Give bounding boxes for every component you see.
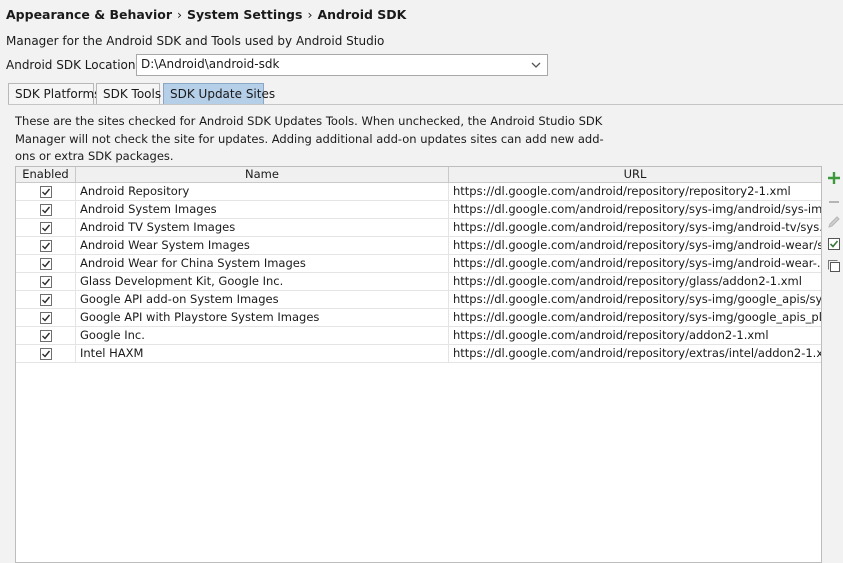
site-url-cell: https://dl.google.com/android/repository… (453, 184, 791, 198)
tab-sdk-platforms[interactable]: SDK Platforms (8, 83, 100, 105)
enabled-checkbox[interactable] (39, 203, 52, 216)
breadcrumb-separator: › (307, 7, 313, 22)
site-name-cell: Android Repository (76, 183, 449, 200)
tab-label: SDK Tools (103, 87, 162, 101)
site-name-cell: Google API add-on System Images (76, 291, 449, 308)
enabled-checkbox[interactable] (39, 275, 52, 288)
select-all-icon[interactable] (826, 236, 842, 252)
enabled-cell (16, 201, 76, 218)
enabled-cell (16, 345, 76, 362)
checkmark-icon (41, 224, 50, 232)
breadcrumb-item-android-sdk: Android SDK (317, 7, 407, 22)
update-sites-info: These are the sites checked for Android … (15, 114, 604, 163)
enabled-cell (16, 237, 76, 254)
site-name-cell: Android Wear for China System Images (76, 255, 449, 272)
table-row[interactable]: Android Repository https://dl.google.com/… (16, 183, 821, 201)
checkmark-icon (41, 296, 50, 304)
edit-icon[interactable] (826, 214, 842, 230)
enabled-cell (16, 183, 76, 200)
checkmark-icon (41, 350, 50, 358)
add-icon[interactable] (826, 170, 842, 186)
breadcrumb-item-system-settings: System Settings (187, 7, 303, 22)
enabled-checkbox[interactable] (39, 185, 52, 198)
tab-sdk-tools[interactable]: SDK Tools (96, 83, 162, 105)
tab-sdk-update-sites[interactable]: SDK Update Sites (163, 83, 275, 105)
enabled-checkbox[interactable] (39, 347, 52, 360)
enabled-cell (16, 309, 76, 326)
table-body: Android Repository https://dl.google.com/… (16, 183, 821, 363)
site-url-cell: https://dl.google.com/android/repository… (453, 274, 802, 288)
enabled-cell (16, 291, 76, 308)
table-row[interactable]: Intel HAXM https://dl.google.com/android/… (16, 345, 821, 363)
remove-icon[interactable] (826, 194, 842, 210)
sdk-location-dropdown[interactable]: D:\Android\android-sdk (136, 54, 548, 76)
checkmark-icon (41, 314, 50, 322)
checkmark-icon (41, 278, 50, 286)
breadcrumb-separator: › (177, 7, 182, 22)
enabled-cell (16, 255, 76, 272)
enabled-checkbox[interactable] (39, 329, 52, 342)
enabled-checkbox[interactable] (39, 239, 52, 252)
enabled-cell (16, 273, 76, 290)
column-header-name[interactable]: Name (76, 167, 449, 182)
chevron-down-icon (530, 58, 542, 72)
table-row[interactable]: Google API with Playstore System Images h… (16, 309, 821, 327)
table-row[interactable]: Google Inc. https://dl.google.com/android… (16, 327, 821, 345)
table-row[interactable]: Android TV System Images https://dl.googl… (16, 219, 821, 237)
table-row[interactable]: Glass Development Kit, Google Inc. https:… (16, 273, 821, 291)
breadcrumb: Appearance & Behavior › System Settings › An… (6, 7, 406, 22)
checkmark-icon (41, 206, 50, 214)
site-url-cell: https://dl.google.com/android/repository… (453, 292, 821, 306)
checkmark-icon (41, 332, 50, 340)
enabled-checkbox[interactable] (39, 221, 52, 234)
deselect-all-icon[interactable] (826, 258, 842, 274)
site-url-cell: https://dl.google.com/android/repository… (453, 202, 821, 216)
column-header-url[interactable]: URL (449, 167, 821, 182)
table-row[interactable]: Android Wear for China System Images http… (16, 255, 821, 273)
enabled-checkbox[interactable] (39, 257, 52, 270)
column-header-enabled[interactable]: Enabled (16, 167, 76, 182)
enabled-cell (16, 219, 76, 236)
site-url-cell: https://dl.google.com/android/repository… (453, 310, 821, 324)
tab-label: SDK Update Sites (170, 87, 276, 101)
checkmark-icon (41, 242, 50, 250)
table-row[interactable]: Android Wear System Images https://dl.goo… (16, 237, 821, 255)
site-url-cell: https://dl.google.com/android/repository… (453, 256, 821, 270)
site-url-cell: https://dl.google.com/android/repository… (453, 238, 821, 252)
site-name-cell: Android Wear System Images (76, 237, 449, 254)
site-url-cell: https://dl.google.com/android/repository… (453, 328, 769, 342)
site-url-cell: https://dl.google.com/android/repository… (453, 220, 821, 234)
table-row[interactable]: Google API add-on System Images https://d… (16, 291, 821, 309)
enabled-checkbox[interactable] (39, 293, 52, 306)
site-url-cell: https://dl.google.com/android/repository… (453, 346, 821, 360)
update-sites-table: Enabled Name URL Android Repository https… (15, 166, 822, 563)
table-header: Enabled Name URL (16, 167, 821, 183)
checkmark-icon (41, 260, 50, 268)
site-name-cell: Google API with Playstore System Images (76, 309, 449, 326)
site-name-cell: Glass Development Kit, Google Inc. (76, 273, 449, 290)
tab-label: SDK Platforms (15, 87, 101, 101)
page-description: Manager for the Android SDK and Tools us… (6, 34, 385, 48)
enabled-checkbox[interactable] (39, 311, 52, 324)
table-row[interactable]: Android System Images https://dl.google.c… (16, 201, 821, 219)
breadcrumb-item-appearance: Appearance & Behavior (6, 7, 172, 22)
site-name-cell: Intel HAXM (76, 345, 449, 362)
site-name-cell: Android System Images (76, 201, 449, 218)
sdk-location-value: D:\Android\android-sdk (141, 57, 280, 71)
site-name-cell: Google Inc. (76, 327, 449, 344)
enabled-cell (16, 327, 76, 344)
checkmark-icon (41, 188, 50, 196)
site-name-cell: Android TV System Images (76, 219, 449, 236)
sdk-location-label: Android SDK Location: (6, 58, 140, 72)
